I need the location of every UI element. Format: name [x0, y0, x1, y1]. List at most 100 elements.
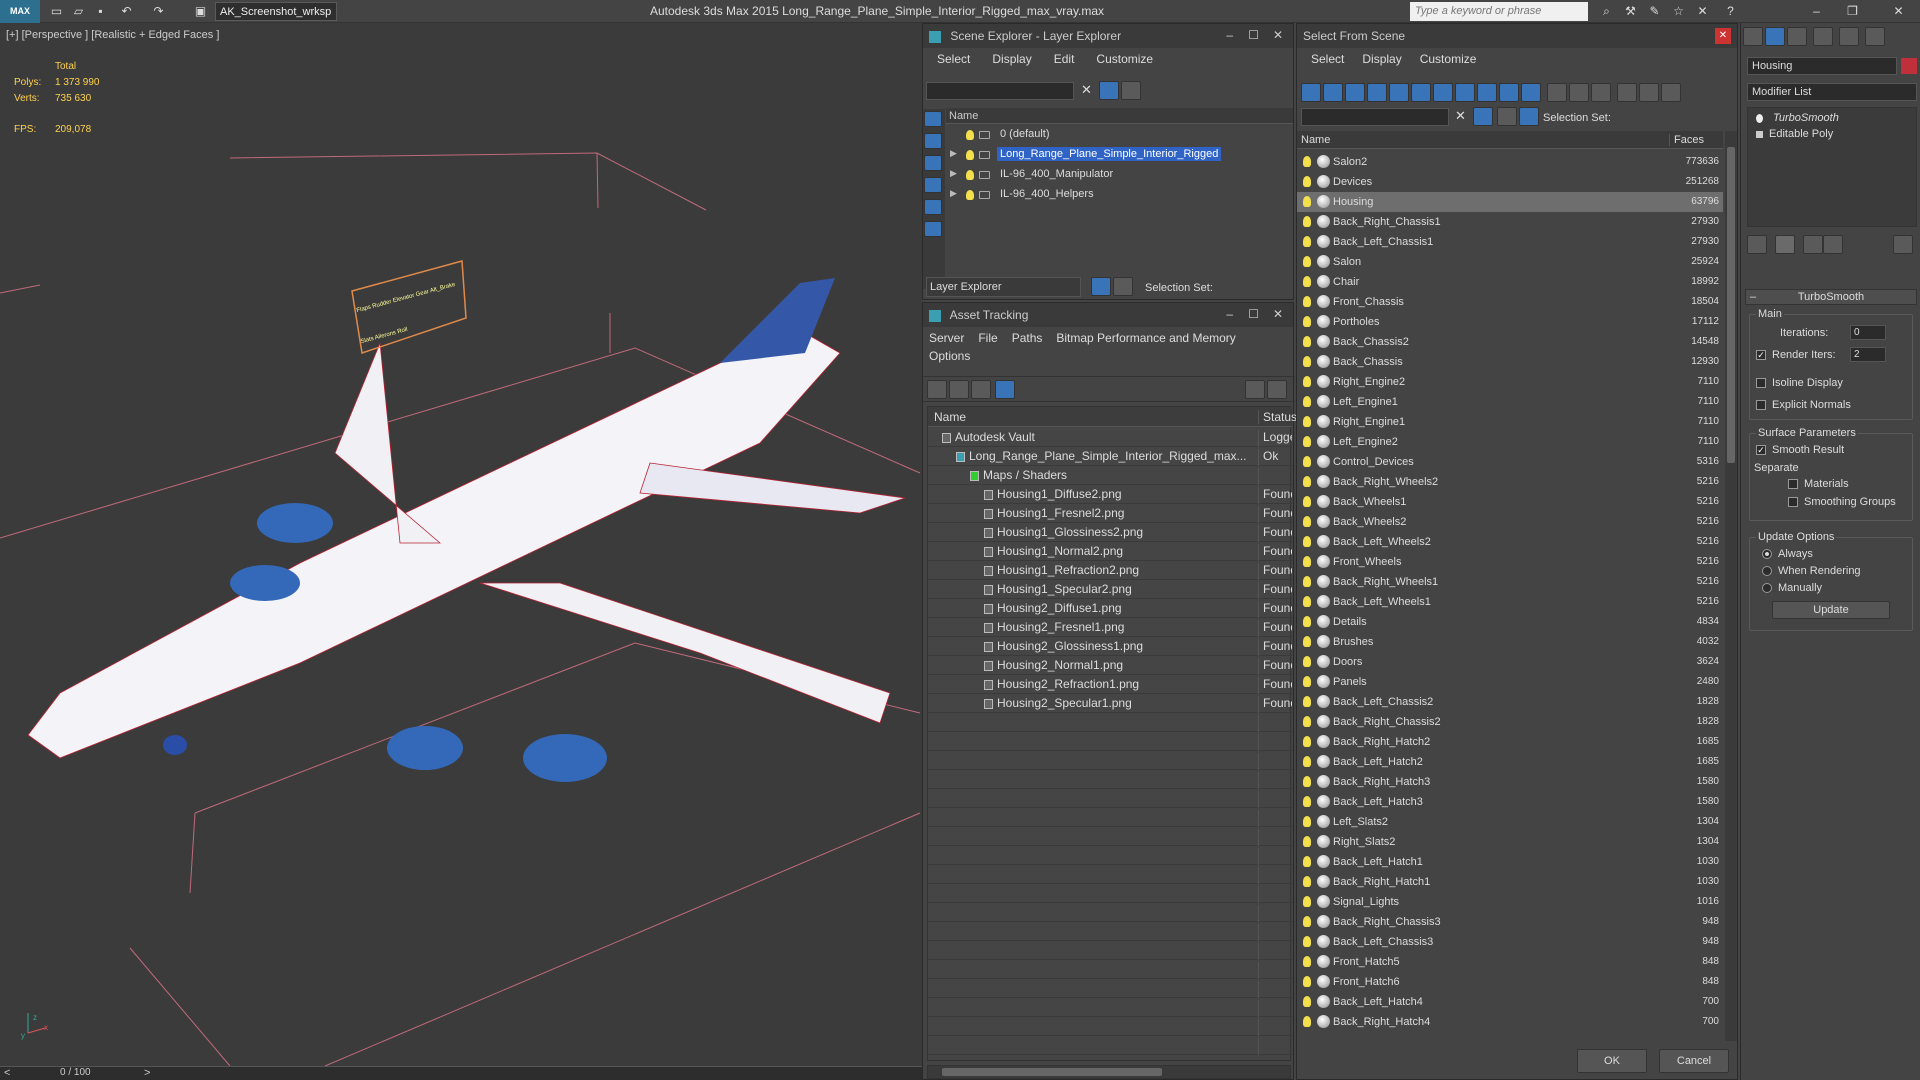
lightbulb-icon[interactable]: [1303, 676, 1311, 687]
object-row[interactable]: Back_Right_Wheels2 5216: [1297, 472, 1723, 492]
lightbulb-icon[interactable]: [1303, 516, 1311, 527]
object-row[interactable]: Back_Right_Chassis2 1828: [1297, 712, 1723, 732]
close-x-icon[interactable]: ✕: [1694, 3, 1711, 19]
search-input[interactable]: Type a keyword or phrase: [1410, 2, 1588, 21]
lightbulb-icon[interactable]: [966, 170, 974, 180]
filter-lights-icon[interactable]: [1345, 83, 1365, 102]
pin-stack-icon[interactable]: [1747, 235, 1767, 254]
close-icon[interactable]: ✕: [1273, 28, 1283, 42]
render-iters-option[interactable]: ✓ Render Iters:: [1756, 349, 1836, 361]
asset-row[interactable]: Housing1_Normal2.png Found: [928, 542, 1292, 561]
filter-icon[interactable]: [1099, 81, 1119, 100]
maximize-icon[interactable]: ☐: [1248, 28, 1259, 42]
object-row[interactable]: Front_Chassis 18504: [1297, 292, 1723, 312]
object-row[interactable]: Back_Right_Wheels1 5216: [1297, 572, 1723, 592]
lightbulb-icon[interactable]: [1303, 296, 1311, 307]
lightbulb-icon[interactable]: [1303, 456, 1311, 467]
asset-hscroll-thumb[interactable]: [942, 1068, 1162, 1076]
table-view-icon[interactable]: [995, 380, 1015, 399]
smoothing-groups-option[interactable]: Smoothing Groups: [1788, 496, 1896, 508]
asset-row[interactable]: Housing2_Specular1.png Found: [928, 694, 1292, 713]
lightbulb-icon[interactable]: [1303, 796, 1311, 807]
object-row[interactable]: Back_Chassis2 14548: [1297, 332, 1723, 352]
sfs-vscrollbar[interactable]: [1725, 131, 1737, 1041]
explicit-normals-checkbox[interactable]: [1756, 400, 1766, 411]
sfs-vscroll-thumb[interactable]: [1727, 147, 1735, 463]
perspective-viewport[interactable]: [+] [Perspective ] [Realistic + Edged Fa…: [0, 23, 922, 1066]
filter-cameras-icon[interactable]: [1367, 83, 1387, 102]
lightbulb-icon[interactable]: [1303, 996, 1311, 1007]
window-minimize-icon[interactable]: –: [1808, 3, 1825, 19]
lightbulb-icon[interactable]: [1303, 476, 1311, 487]
display-cameras-icon[interactable]: [924, 177, 942, 193]
update-manually-option[interactable]: Manually: [1762, 582, 1822, 594]
close-icon[interactable]: ✕: [1715, 28, 1731, 44]
asset-row[interactable]: Housing1_Diffuse2.png Found: [928, 485, 1292, 504]
lightbulb-icon[interactable]: [1303, 856, 1311, 867]
object-row[interactable]: Left_Engine1 7110: [1297, 392, 1723, 412]
when-rendering-radio[interactable]: [1762, 566, 1772, 577]
close-icon[interactable]: ✕: [1273, 307, 1283, 321]
object-row[interactable]: Panels 2480: [1297, 672, 1723, 692]
workspace-dropdown[interactable]: AK_Screenshot_wrksp: [215, 2, 337, 21]
object-row[interactable]: Brushes 4032: [1297, 632, 1723, 652]
layer-row[interactable]: ▶ IL-96_400_Helpers: [946, 185, 1293, 205]
asset-row[interactable]: Housing1_Refraction2.png Found: [928, 561, 1292, 580]
object-row[interactable]: Doors 3624: [1297, 652, 1723, 672]
lightbulb-icon[interactable]: [1303, 556, 1311, 567]
materials-checkbox[interactable]: [1788, 479, 1798, 490]
asset-row[interactable]: Autodesk Vault Logge: [928, 428, 1292, 447]
cancel-button[interactable]: Cancel: [1659, 1049, 1729, 1073]
menu-server[interactable]: Server: [929, 331, 964, 345]
maximize-icon[interactable]: ☐: [1248, 307, 1259, 321]
isoline-checkbox[interactable]: [1756, 378, 1766, 389]
asset-row[interactable]: Housing2_Normal1.png Found: [928, 656, 1292, 675]
lightbulb-icon[interactable]: [1303, 776, 1311, 787]
asset-row[interactable]: Housing2_Glossiness1.png Found: [928, 637, 1292, 656]
select-invert-icon[interactable]: [1591, 83, 1611, 102]
always-radio[interactable]: [1762, 549, 1772, 560]
lightbulb-icon[interactable]: [1303, 836, 1311, 847]
lightbulb-icon[interactable]: [1303, 956, 1311, 967]
modifier-list-dropdown[interactable]: Modifier List: [1747, 83, 1917, 101]
object-color-swatch[interactable]: [1901, 58, 1917, 74]
layer-explorer-dropdown[interactable]: Layer Explorer: [926, 277, 1081, 297]
menu-customize[interactable]: Customize: [1096, 52, 1153, 66]
asset-row[interactable]: Housing1_Specular2.png Found: [928, 580, 1292, 599]
minimize-icon[interactable]: –: [1226, 307, 1233, 321]
ok-button[interactable]: OK: [1577, 1049, 1647, 1073]
object-row[interactable]: Housing 63796: [1297, 192, 1723, 212]
window-maximize-icon[interactable]: ❐: [1844, 3, 1861, 19]
object-row[interactable]: Back_Right_Hatch2 1685: [1297, 732, 1723, 752]
object-row[interactable]: Back_Left_Wheels1 5216: [1297, 592, 1723, 612]
display-tab-icon[interactable]: [1839, 27, 1859, 46]
lightbulb-icon[interactable]: [1303, 396, 1311, 407]
object-row[interactable]: Front_Hatch6 848: [1297, 972, 1723, 992]
lightbulb-icon[interactable]: [1303, 276, 1311, 287]
lightbulb-icon[interactable]: [1303, 436, 1311, 447]
refresh-icon[interactable]: [927, 380, 947, 399]
asset-row[interactable]: Long_Range_Plane_Simple_Interior_Rigged_…: [928, 447, 1292, 466]
lightbulb-icon[interactable]: [1303, 416, 1311, 427]
asset-row[interactable]: Maps / Shaders: [928, 466, 1292, 485]
object-row[interactable]: Right_Engine1 7110: [1297, 412, 1723, 432]
object-row[interactable]: Back_Right_Hatch4 700: [1297, 1012, 1723, 1032]
object-row[interactable]: Back_Left_Wheels2 5216: [1297, 532, 1723, 552]
object-row[interactable]: Devices 251268: [1297, 172, 1723, 192]
layer-row[interactable]: 0 (default): [946, 125, 1293, 145]
object-row[interactable]: Front_Wheels 5216: [1297, 552, 1723, 572]
filter-containers-icon[interactable]: [1499, 83, 1519, 102]
scene-explorer-col-header[interactable]: Name: [946, 108, 1293, 124]
create-tab-icon[interactable]: [1743, 27, 1763, 46]
smooth-result-checkbox[interactable]: ✓: [1756, 445, 1766, 456]
clear-search-icon[interactable]: ✕: [1081, 82, 1092, 98]
stack-item-turbosmooth[interactable]: TurboSmooth: [1756, 112, 1839, 124]
asset-tracking-titlebar[interactable]: Asset Tracking – ☐ ✕: [923, 303, 1293, 327]
lightbulb-icon[interactable]: [1303, 496, 1311, 507]
scene-explorer-titlebar[interactable]: Scene Explorer - Layer Explorer – ☐ ✕: [923, 24, 1293, 48]
object-row[interactable]: Back_Right_Hatch3 1580: [1297, 772, 1723, 792]
object-row[interactable]: Back_Wheels2 5216: [1297, 512, 1723, 532]
lightbulb-icon[interactable]: [1303, 356, 1311, 367]
lightbulb-icon[interactable]: [1303, 336, 1311, 347]
lightbulb-icon[interactable]: [966, 150, 974, 160]
